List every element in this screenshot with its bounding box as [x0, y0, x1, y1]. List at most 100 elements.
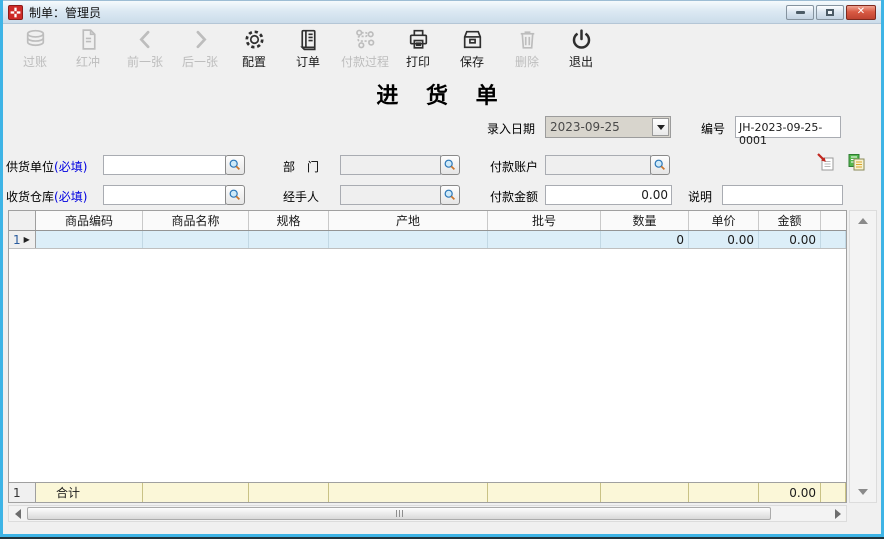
grid-header-amount: 金额	[759, 211, 821, 230]
scroll-up-icon[interactable]	[858, 218, 868, 224]
entry-date-combo[interactable]: 2023-09-25	[545, 116, 671, 138]
required-suffix: (必填)	[54, 160, 87, 174]
import-doc-button[interactable]	[816, 152, 836, 172]
titlebar[interactable]: 制单：管理员 ✕	[3, 1, 881, 24]
scroll-left-button[interactable]	[9, 506, 26, 521]
app-icon	[8, 5, 23, 20]
post-button[interactable]: 过账	[11, 27, 59, 70]
window-border-top	[0, 0, 884, 1]
doc-no-input[interactable]: JH-2023-09-25-0001	[735, 116, 841, 138]
handler-input[interactable]	[340, 185, 441, 205]
trash-icon	[515, 27, 540, 52]
red-reverse-button[interactable]: 红冲	[64, 27, 112, 70]
exit-button[interactable]: 退出	[559, 27, 603, 70]
cell-spec[interactable]	[249, 231, 329, 248]
department-label: 部 门	[283, 158, 319, 175]
grid-header-row: 商品编码 商品名称 规格 产地 批号 数量 单价 金额	[9, 211, 846, 231]
restore-icon	[826, 9, 834, 16]
entry-date-dropdown-button[interactable]	[652, 118, 669, 136]
department-input[interactable]	[340, 155, 441, 175]
cell-origin[interactable]	[329, 231, 488, 248]
chevron-left-icon	[133, 27, 158, 52]
payment-amount-label: 付款金额	[490, 188, 538, 205]
toolbar: 过账 红冲 前一张 后一张 配置 订单 付款过程 打印	[3, 24, 881, 76]
chevron-down-icon	[657, 125, 665, 130]
import-doc-icon	[816, 152, 836, 172]
footer-total-amount: 0.00	[759, 483, 821, 502]
payment-process-icon	[353, 27, 378, 52]
payment-account-search-button[interactable]	[650, 155, 670, 175]
thumb-grip-icon	[399, 510, 400, 517]
scroll-down-icon[interactable]	[858, 489, 868, 495]
supplier-input[interactable]	[103, 155, 226, 175]
footer-empty-cell	[821, 483, 846, 502]
cell-name[interactable]	[143, 231, 249, 248]
print-button[interactable]: 打印	[400, 27, 436, 70]
coins-icon	[23, 27, 48, 52]
restore-button[interactable]	[816, 5, 844, 20]
payment-account-label: 付款账户	[490, 158, 538, 175]
grid-header-code: 商品编码	[36, 211, 143, 230]
power-icon	[569, 27, 594, 52]
warehouse-input[interactable]	[103, 185, 226, 205]
handler-label: 经手人	[283, 188, 319, 205]
previous-button[interactable]: 前一张	[117, 27, 173, 70]
handler-search-button[interactable]	[440, 185, 460, 205]
footer-empty-cell	[329, 483, 488, 502]
copy-doc-button[interactable]	[846, 152, 866, 172]
close-icon: ✕	[857, 7, 865, 17]
cell-amount[interactable]: 0.00	[759, 231, 821, 248]
footer-empty-cell	[143, 483, 249, 502]
order-book-icon	[296, 27, 321, 52]
vertical-scrollbar[interactable]	[849, 210, 877, 503]
search-icon	[443, 188, 457, 202]
grid-header-price: 单价	[689, 211, 759, 230]
delete-button[interactable]: 删除	[503, 27, 551, 70]
order-button[interactable]: 订单	[284, 27, 332, 70]
cell-extra	[821, 231, 846, 248]
footer-empty-cell	[601, 483, 689, 502]
doc-no-label: 编号	[701, 120, 725, 137]
gear-icon	[242, 27, 267, 52]
entry-date-label: 录入日期	[487, 120, 535, 137]
document-title: 进 货 单	[0, 78, 884, 110]
scroll-right-icon	[835, 509, 841, 519]
payment-account-input[interactable]	[545, 155, 651, 175]
payment-amount-input[interactable]: 0.00	[545, 185, 672, 205]
payment-process-button[interactable]: 付款过程	[333, 27, 397, 70]
department-search-button[interactable]	[440, 155, 460, 175]
scroll-right-button[interactable]	[829, 506, 846, 521]
warehouse-search-button[interactable]	[225, 185, 245, 205]
copy-doc-icon	[846, 152, 866, 172]
footer-empty-cell	[689, 483, 759, 502]
required-suffix: (必填)	[54, 190, 87, 204]
supplier-search-button[interactable]	[225, 155, 245, 175]
save-button[interactable]: 保存	[448, 27, 496, 70]
next-button[interactable]: 后一张	[172, 27, 228, 70]
reverse-doc-icon	[76, 27, 101, 52]
horizontal-scrollbar[interactable]	[8, 505, 847, 522]
cell-qty[interactable]: 0	[601, 231, 689, 248]
footer-empty-cell	[249, 483, 329, 502]
cell-batch[interactable]	[488, 231, 601, 248]
thumb-grip-icon	[396, 510, 397, 517]
cell-code[interactable]	[36, 231, 143, 248]
close-button[interactable]: ✕	[846, 5, 876, 20]
window-title: 制单：管理员	[29, 4, 101, 21]
search-icon	[228, 158, 242, 172]
supplier-label: 供货单位(必填)	[6, 158, 87, 175]
grid-header-name: 商品名称	[143, 211, 249, 230]
configure-button[interactable]: 配置	[230, 27, 278, 70]
row-number-cell: 1▶	[9, 231, 36, 248]
grid-header-extra	[821, 211, 846, 230]
grid-row-1[interactable]: 1▶ 0 0.00 0.00	[9, 231, 846, 249]
items-grid: 商品编码 商品名称 规格 产地 批号 数量 单价 金额 1▶ 0 0.00 0.…	[8, 210, 847, 503]
minimize-button[interactable]	[786, 5, 814, 20]
thumb-grip-icon	[402, 510, 403, 517]
memo-input[interactable]	[722, 185, 843, 205]
cell-price[interactable]: 0.00	[689, 231, 759, 248]
printer-icon	[406, 27, 431, 52]
scrollbar-thumb[interactable]	[27, 507, 771, 520]
scroll-left-icon	[15, 509, 21, 519]
minimize-icon	[796, 11, 805, 14]
